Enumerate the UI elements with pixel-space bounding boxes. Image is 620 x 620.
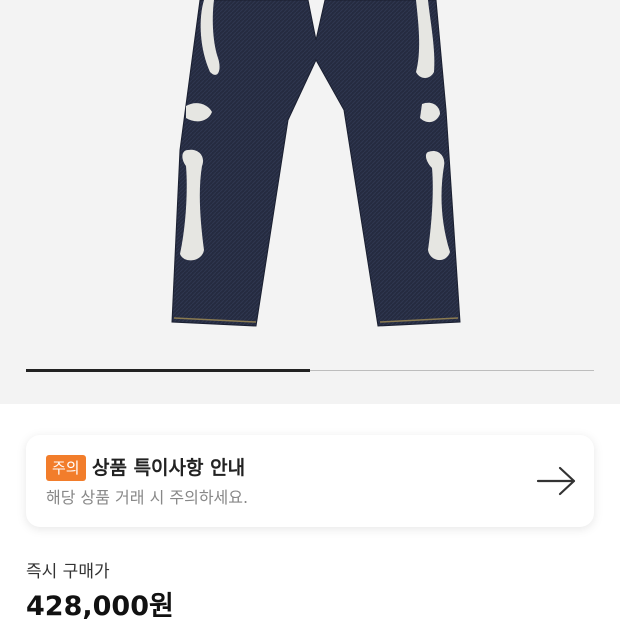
notice-title: 상품 특이사항 안내 bbox=[92, 457, 246, 479]
product-image bbox=[171, 0, 461, 327]
product-image-gallery[interactable] bbox=[0, 0, 620, 404]
arrow-right-icon[interactable] bbox=[536, 465, 578, 497]
price-value: 428,000원 bbox=[26, 591, 174, 620]
gallery-progress-track bbox=[26, 369, 594, 372]
notice-subtitle: 해당 상품 거래 시 주의하세요. bbox=[46, 488, 249, 507]
warning-badge: 주의 bbox=[46, 455, 86, 481]
price-label: 즉시 구매가 bbox=[26, 562, 110, 582]
product-notice-card[interactable]: 주의 상품 특이사항 안내 해당 상품 거래 시 주의하세요. bbox=[26, 435, 594, 527]
gallery-progress-fill bbox=[26, 369, 310, 372]
